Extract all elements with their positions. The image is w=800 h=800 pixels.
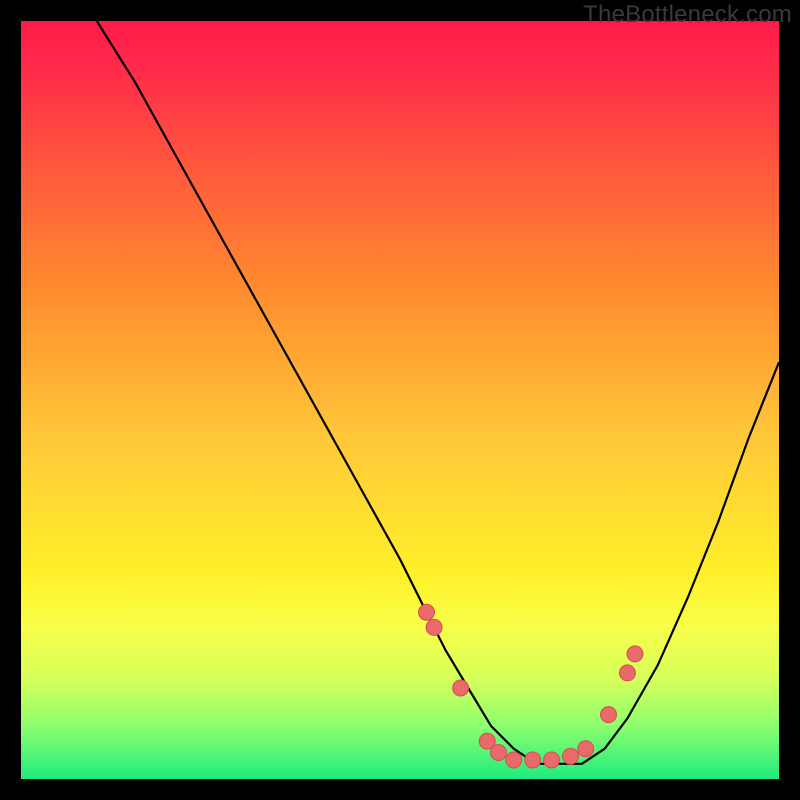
optimal-marker — [627, 646, 643, 662]
watermark-text: TheBottleneck.com — [583, 1, 792, 29]
optimal-marker — [563, 748, 579, 764]
optimal-marker — [601, 707, 617, 723]
chart-frame — [21, 21, 779, 779]
optimal-marker — [619, 665, 635, 681]
optimal-marker — [491, 745, 507, 761]
bottleneck-curve-line — [97, 21, 779, 764]
optimal-marker — [578, 741, 594, 757]
optimal-marker — [525, 752, 541, 768]
optimal-marker — [453, 680, 469, 696]
optimal-marker — [419, 604, 435, 620]
optimal-marker — [426, 619, 442, 635]
bottleneck-chart — [21, 21, 779, 779]
optimal-marker — [544, 752, 560, 768]
optimal-marker — [506, 752, 522, 768]
